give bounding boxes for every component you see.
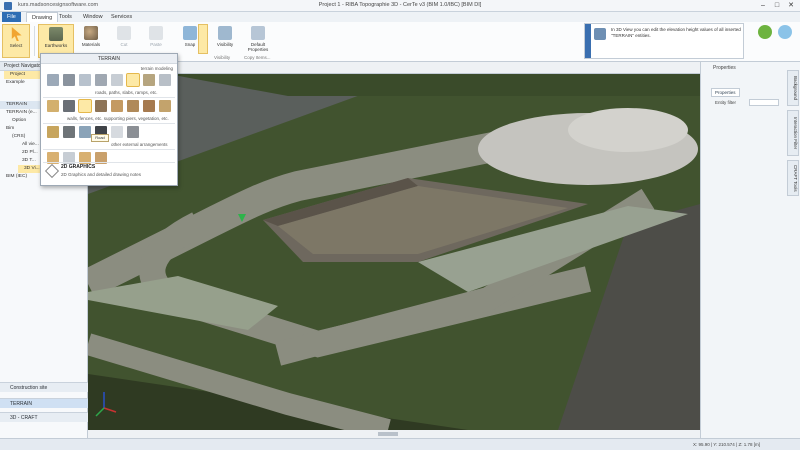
tab-file[interactable]: File	[2, 12, 21, 22]
settings-icon[interactable]	[778, 25, 792, 39]
horizontal-scrollbar[interactable]	[88, 430, 700, 438]
minimize-button[interactable]: –	[756, 1, 770, 10]
tab-interaction-filter[interactable]: Interaction Filter	[787, 110, 799, 156]
steps-icon[interactable]	[127, 100, 139, 112]
dropdown-divider	[43, 97, 175, 98]
info-text: In 3D View you can edit the elevation he…	[611, 27, 741, 38]
lamp-icon[interactable]	[127, 126, 139, 138]
visibility-label: Visibility	[216, 42, 234, 47]
terrain-tool-icon[interactable]	[79, 74, 91, 86]
default-properties-button[interactable]: Default Properties	[242, 24, 274, 58]
materials-icon	[84, 26, 98, 40]
title-bar: kurs.madsoncesignsoftware.com Project 1 …	[0, 0, 800, 12]
viewport-toolbar	[88, 62, 700, 74]
default-properties-label: Default Properties	[247, 42, 269, 52]
tab-properties[interactable]: Properties	[711, 88, 740, 97]
brush-icon	[251, 26, 265, 40]
terrain-modeling-icon[interactable]	[126, 73, 140, 87]
walls-caption: walls, fences, etc. supporting piers, ve…	[67, 116, 169, 121]
terrain-tool-icon[interactable]	[143, 74, 155, 86]
slab-icon[interactable]	[47, 100, 59, 112]
materials-label: Materials	[81, 42, 101, 47]
menu-tabs: File Drawing Tools Window Services	[0, 12, 800, 22]
tab-tools[interactable]: Tools	[54, 12, 77, 22]
tab-background[interactable]: Background	[787, 70, 799, 106]
entity-filter-field[interactable]	[749, 99, 779, 106]
properties-title: Properties	[713, 65, 736, 71]
dropdown-divider	[43, 123, 175, 124]
earthworks-label: Earthworks	[44, 43, 68, 48]
info-icon	[594, 28, 606, 40]
terrain-dropdown: TERRAIN terrain modeling roads, paths, s…	[40, 53, 178, 186]
window-title: Project 1 - RIBA Topographie 3D - CerTe …	[318, 2, 482, 8]
graphics-2d-title[interactable]: 2D GRAPHICS	[61, 164, 95, 170]
group-label-visibility: Visibility	[214, 55, 231, 60]
magnet-icon	[183, 26, 197, 40]
scissors-icon	[117, 26, 131, 40]
fence-icon[interactable]	[47, 126, 59, 138]
group-label-copy-items: Copy Items...	[244, 55, 271, 60]
cut-label: Cut	[120, 42, 128, 47]
bench-icon[interactable]	[111, 126, 123, 138]
app-window: kurs.madsoncesignsoftware.com Project 1 …	[0, 0, 800, 450]
terrain-tool-icon[interactable]	[95, 74, 107, 86]
craft-tab[interactable]: 3D - CRAFT	[0, 412, 88, 422]
road-tooltip: Road	[91, 134, 109, 142]
earthworks-icon	[49, 27, 63, 41]
terrain-scene	[88, 74, 700, 430]
roads-caption: roads, paths, slabs, ramps, etc.	[95, 90, 158, 95]
help-icon[interactable]	[758, 25, 772, 39]
ribbon-divider	[34, 26, 35, 56]
snap-label: Snap	[184, 42, 196, 47]
eye-icon	[218, 26, 232, 40]
info-accent-bar	[585, 24, 591, 58]
terrain-tool-icon[interactable]	[159, 74, 171, 86]
pier-icon[interactable]	[63, 126, 75, 138]
close-button[interactable]: ✕	[784, 1, 798, 10]
path-icon[interactable]	[95, 100, 107, 112]
road-icon[interactable]	[78, 99, 92, 113]
wall-icon[interactable]	[63, 100, 75, 112]
terrain-tool-icon[interactable]	[63, 74, 75, 86]
terrain-tool-icon[interactable]	[47, 74, 59, 86]
construction-site-tab[interactable]: Construction site	[0, 382, 88, 392]
scrollbar-thumb[interactable]	[378, 432, 398, 436]
tab-window[interactable]: Window	[78, 12, 108, 22]
section-terrain-modeling: terrain modeling	[140, 66, 173, 71]
coordinates-readout: X: 95.90 | Y: 210.574 | Z: 1.78 [m]	[692, 442, 760, 447]
curb-icon[interactable]	[143, 100, 155, 112]
properties-panel: Properties Properties Entity filter	[700, 62, 800, 438]
tab-services[interactable]: Services	[106, 12, 137, 22]
status-bar: X: 95.90 | Y: 210.574 | Z: 1.78 [m]	[0, 438, 800, 450]
grass-far	[168, 74, 700, 96]
terrain-tab[interactable]: TERRAIN	[0, 398, 88, 408]
other-caption: other external arrangements	[111, 142, 168, 147]
paste-label: Paste	[150, 42, 162, 47]
edge-icon[interactable]	[159, 100, 171, 112]
select-button[interactable]: Select	[2, 24, 30, 58]
snap-options-button[interactable]	[198, 24, 208, 54]
gravel-peak	[568, 108, 688, 152]
dropdown-header: TERRAIN	[41, 54, 177, 64]
3d-viewport[interactable]	[88, 74, 700, 430]
graphics-2d-description: 2D Graphics and detailed drawing notes	[61, 172, 142, 177]
paste-icon	[149, 26, 163, 40]
dropdown-divider	[43, 149, 175, 150]
entity-filter-label: Entity filter	[715, 100, 737, 105]
terrain-tool-icon[interactable]	[111, 74, 123, 86]
graphics-2d-icon	[44, 163, 60, 179]
dropdown-divider	[43, 162, 175, 163]
info-panel: In 3D View you can edit the elevation he…	[584, 23, 744, 59]
visibility-button[interactable]: Visibility	[210, 24, 240, 58]
side-tabs: Background Interaction Filter CRAFT Tool…	[786, 70, 800, 230]
select-label: Select	[9, 43, 23, 48]
pole-icon[interactable]	[79, 126, 91, 138]
cursor-icon	[11, 27, 22, 41]
ramp-icon[interactable]	[111, 100, 123, 112]
tab-craft-tools[interactable]: CRAFT Tools	[787, 160, 799, 196]
maximize-button[interactable]: □	[770, 1, 784, 10]
